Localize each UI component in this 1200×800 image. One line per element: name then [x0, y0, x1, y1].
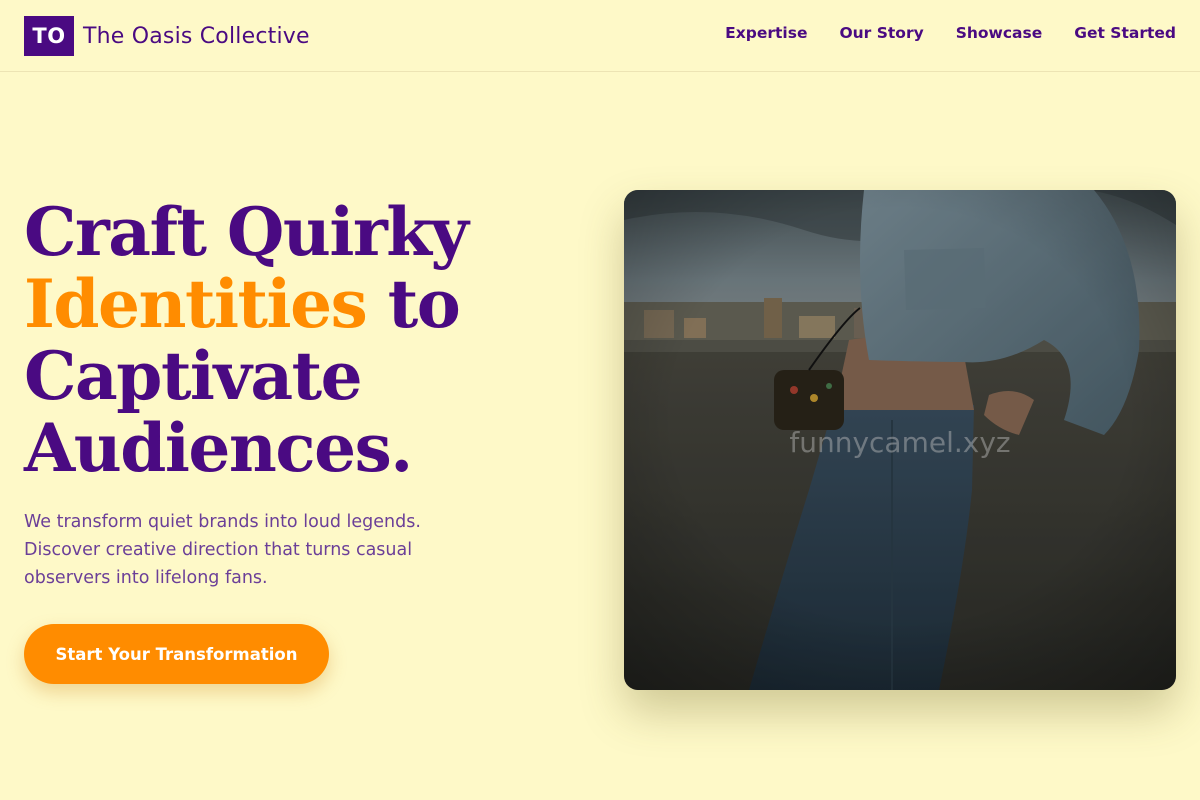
- headline-line-4: Audiences.: [24, 409, 413, 487]
- logo-mark: TO: [24, 16, 74, 56]
- nav-link-showcase[interactable]: Showcase: [956, 24, 1043, 42]
- hero-image: funnycamel.xyz: [624, 190, 1176, 690]
- hero-photo-illustration: [624, 190, 1176, 690]
- nav-link-get-started[interactable]: Get Started: [1074, 24, 1176, 42]
- site-header: TO The Oasis Collective Expertise Our St…: [0, 0, 1200, 72]
- brand-logo[interactable]: TO The Oasis Collective: [24, 16, 310, 56]
- headline-line-2-rest: to: [387, 265, 461, 343]
- headline-accent: Identities: [24, 265, 368, 343]
- hero-headline: Craft Quirky Identities to Captivate Audien…: [24, 196, 584, 484]
- hero-description: We transform quiet brands into loud lege…: [24, 512, 421, 588]
- nav-link-expertise[interactable]: Expertise: [725, 24, 807, 42]
- headline-line-3: Captivate: [24, 337, 363, 415]
- brand-name: The Oasis Collective: [83, 23, 310, 49]
- headline-line-1: Craft Quirky: [24, 193, 469, 271]
- nav-link-our-story[interactable]: Our Story: [839, 24, 923, 42]
- main-nav: Expertise Our Story Showcase Get Started: [725, 24, 1176, 42]
- start-transformation-button[interactable]: Start Your Transformation: [24, 624, 329, 684]
